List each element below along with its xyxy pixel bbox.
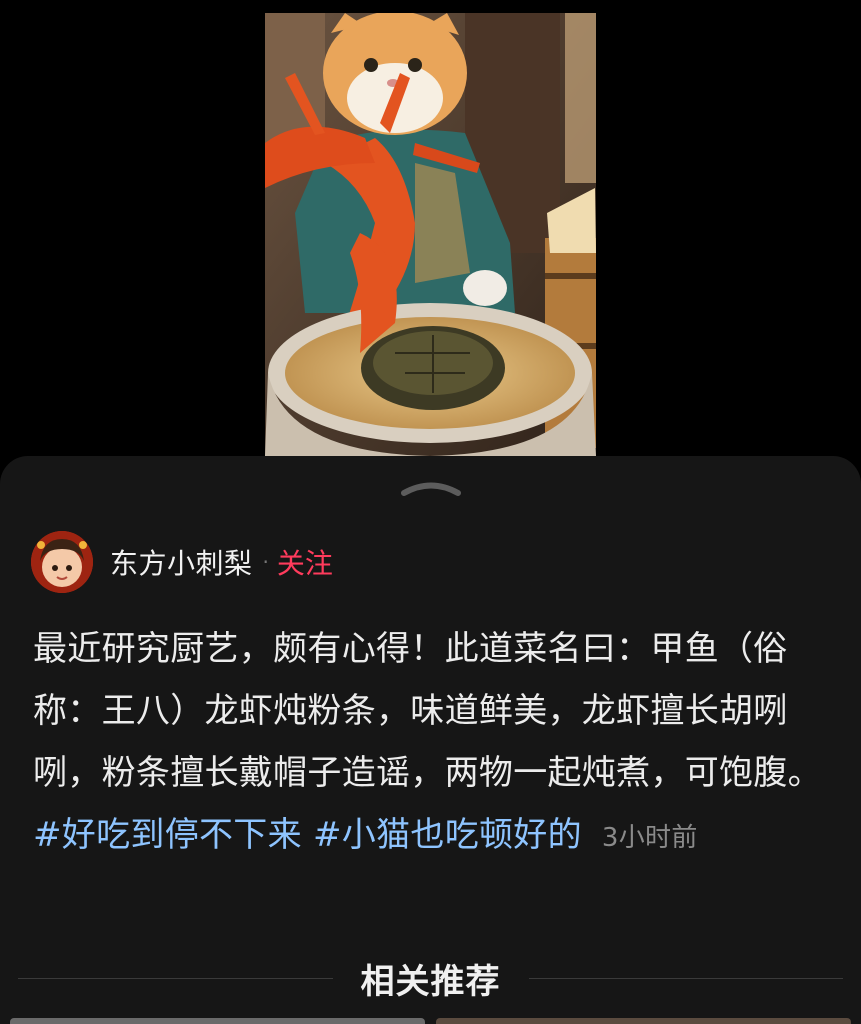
hashtag-link[interactable]: #小猫也吃顿好的 [313,815,582,855]
post-caption: 最近研究厨艺，颇有心得！此道菜名曰：甲鱼（俗称：王八）龙虾炖粉条，味道鲜美，龙虾… [33,618,833,869]
author-row: 东方小刺梨 · 关注 [31,530,333,594]
divider [18,977,333,979]
related-thumbnails [0,1018,861,1024]
author-name[interactable]: 东方小刺梨 [110,542,253,582]
divider [528,977,843,979]
related-header: 相关推荐 [18,953,843,1003]
post-media[interactable] [265,13,596,456]
expand-handle-chevron-up-icon[interactable] [398,476,464,498]
avatar-image [31,531,93,593]
post-time: 3小时前 [601,823,698,853]
related-thumbnail[interactable] [436,1018,851,1024]
follow-button[interactable]: 关注 [277,542,333,582]
related-thumbnail[interactable] [10,1018,425,1024]
related-title: 相关推荐 [360,961,501,1002]
post-image [265,13,596,456]
caption-text: 最近研究厨艺，颇有心得！此道菜名曰：甲鱼（俗称：王八）龙虾炖粉条，味道鲜美，龙虾… [33,629,822,793]
avatar[interactable] [31,531,93,593]
hashtag-link[interactable]: #好吃到停不下来 [33,815,302,855]
separator-dot: · [262,550,269,574]
